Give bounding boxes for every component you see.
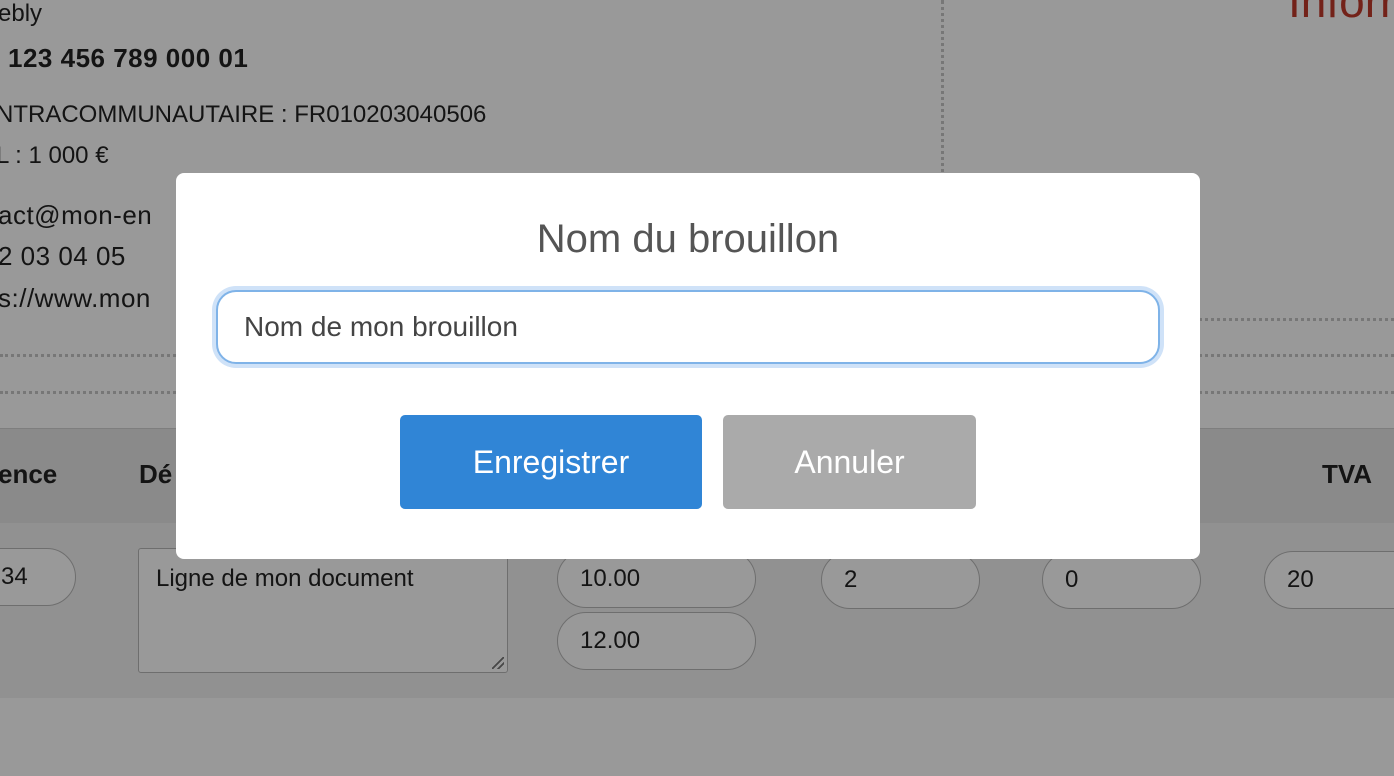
draft-name-input[interactable] xyxy=(216,290,1160,364)
cancel-button[interactable]: Annuler xyxy=(723,415,976,509)
page: ebly 123 456 789 000 01 NTRACOMMUNAUTAIR… xyxy=(0,0,1394,776)
dialog-title: Nom du brouillon xyxy=(536,217,840,261)
draft-name-dialog: Nom du brouillon Enregistrer Annuler xyxy=(176,173,1200,559)
save-button[interactable]: Enregistrer xyxy=(400,415,702,509)
